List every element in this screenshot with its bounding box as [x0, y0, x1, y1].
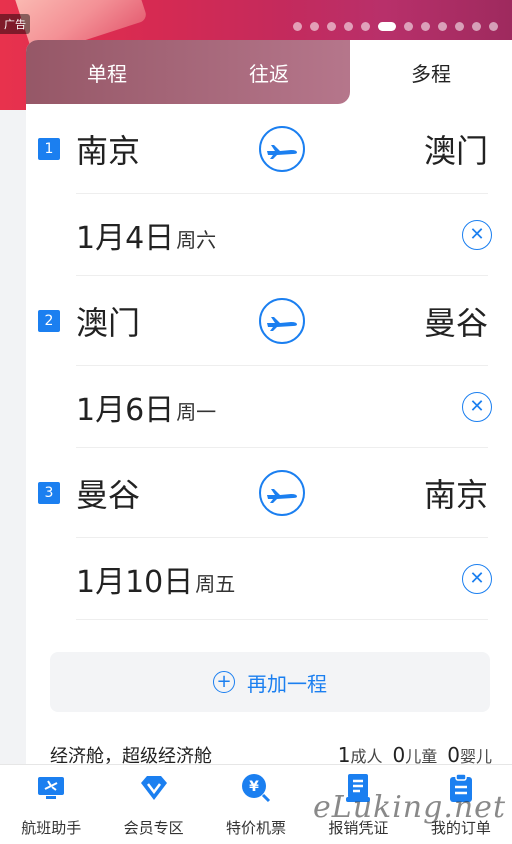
segment-1: 1 南京 澳门 1月4日 周六 ✕	[26, 104, 512, 276]
plus-circle-icon: +	[213, 671, 235, 693]
carousel-dot	[404, 22, 413, 31]
watermark: eLuking.net	[313, 790, 506, 825]
flight-monitor-icon	[36, 773, 66, 803]
svg-text:¥: ¥	[249, 779, 259, 795]
route-row: 3 曼谷 南京	[38, 448, 488, 538]
carousel-dot	[344, 22, 353, 31]
remove-segment-icon[interactable]: ✕	[462, 563, 492, 594]
date-row[interactable]: 1月6日 周一 ✕	[76, 366, 492, 448]
nav-label: 会员专区	[123, 819, 184, 837]
route-row: 2 澳门 曼谷	[38, 276, 488, 366]
carousel-dot	[327, 22, 336, 31]
segment-2: 2 澳门 曼谷 1月6日 周一 ✕	[26, 276, 512, 448]
tab-one-way[interactable]: 单程	[26, 40, 188, 104]
departure-city[interactable]: 曼谷	[76, 470, 226, 516]
carousel-dot	[489, 22, 498, 31]
yen-search-icon: ¥	[241, 773, 271, 803]
carousel-dot	[438, 22, 447, 31]
nav-label: 特价机票	[226, 819, 287, 837]
arrival-city[interactable]: 南京	[338, 470, 488, 516]
swap-plane-icon[interactable]	[259, 469, 305, 516]
remove-segment-icon[interactable]: ✕	[462, 391, 492, 422]
departure-date: 1月4日	[76, 220, 175, 256]
departure-weekday: 周五	[195, 572, 236, 596]
departure-city[interactable]: 澳门	[76, 298, 226, 344]
route-row: 1 南京 澳门	[38, 104, 488, 194]
carousel-indicator	[293, 22, 498, 31]
nav-member-zone[interactable]: 会员专区	[102, 765, 204, 844]
arrival-city[interactable]: 曼谷	[338, 298, 488, 344]
swap-plane-icon[interactable]	[259, 125, 305, 172]
segment-number: 2	[38, 309, 60, 332]
trip-type-tabs: 单程 往返 多程	[26, 40, 512, 104]
add-segment-label: 再加一程	[247, 671, 327, 696]
carousel-dot	[293, 22, 302, 31]
departure-date: 1月6日	[76, 392, 175, 428]
segment-3: 3 曼谷 南京 1月10日 周五 ✕	[26, 448, 512, 620]
segment-number: 1	[38, 137, 60, 160]
date-row[interactable]: 1月4日 周六 ✕	[76, 194, 492, 276]
carousel-dot	[455, 22, 464, 31]
vip-diamond-icon	[139, 773, 169, 803]
departure-date: 1月10日	[76, 564, 194, 600]
segment-number: 3	[38, 481, 60, 504]
date-row[interactable]: 1月10日 周五 ✕	[76, 538, 492, 620]
add-segment-button[interactable]: + 再加一程	[50, 652, 490, 712]
remove-segment-icon[interactable]: ✕	[462, 219, 492, 250]
nav-label: 航班助手	[21, 819, 82, 837]
swap-plane-icon[interactable]	[259, 297, 305, 344]
departure-weekday: 周一	[176, 400, 217, 424]
segment-list: 1 南京 澳门 1月4日 周六 ✕ 2 澳门 曼谷 1月6日 周一 ✕ 3 曼谷…	[26, 104, 512, 620]
nav-special-tickets[interactable]: ¥ 特价机票	[205, 765, 307, 844]
ad-tag: 广告	[0, 14, 30, 34]
departure-weekday: 周六	[176, 228, 217, 252]
carousel-dot	[472, 22, 481, 31]
tab-multi-city[interactable]: 多程	[350, 40, 512, 104]
departure-city[interactable]: 南京	[76, 126, 226, 172]
flight-search-card: 单程 往返 多程 1 南京 澳门 1月4日 周六 ✕ 2 澳门 曼谷 1月6日 …	[26, 40, 512, 770]
carousel-dot	[310, 22, 319, 31]
carousel-dot	[421, 22, 430, 31]
carousel-dot	[378, 22, 396, 31]
tab-round-trip[interactable]: 往返	[188, 40, 350, 104]
nav-flight-assistant[interactable]: 航班助手	[0, 765, 102, 844]
carousel-dot	[361, 22, 370, 31]
arrival-city[interactable]: 澳门	[338, 126, 488, 172]
